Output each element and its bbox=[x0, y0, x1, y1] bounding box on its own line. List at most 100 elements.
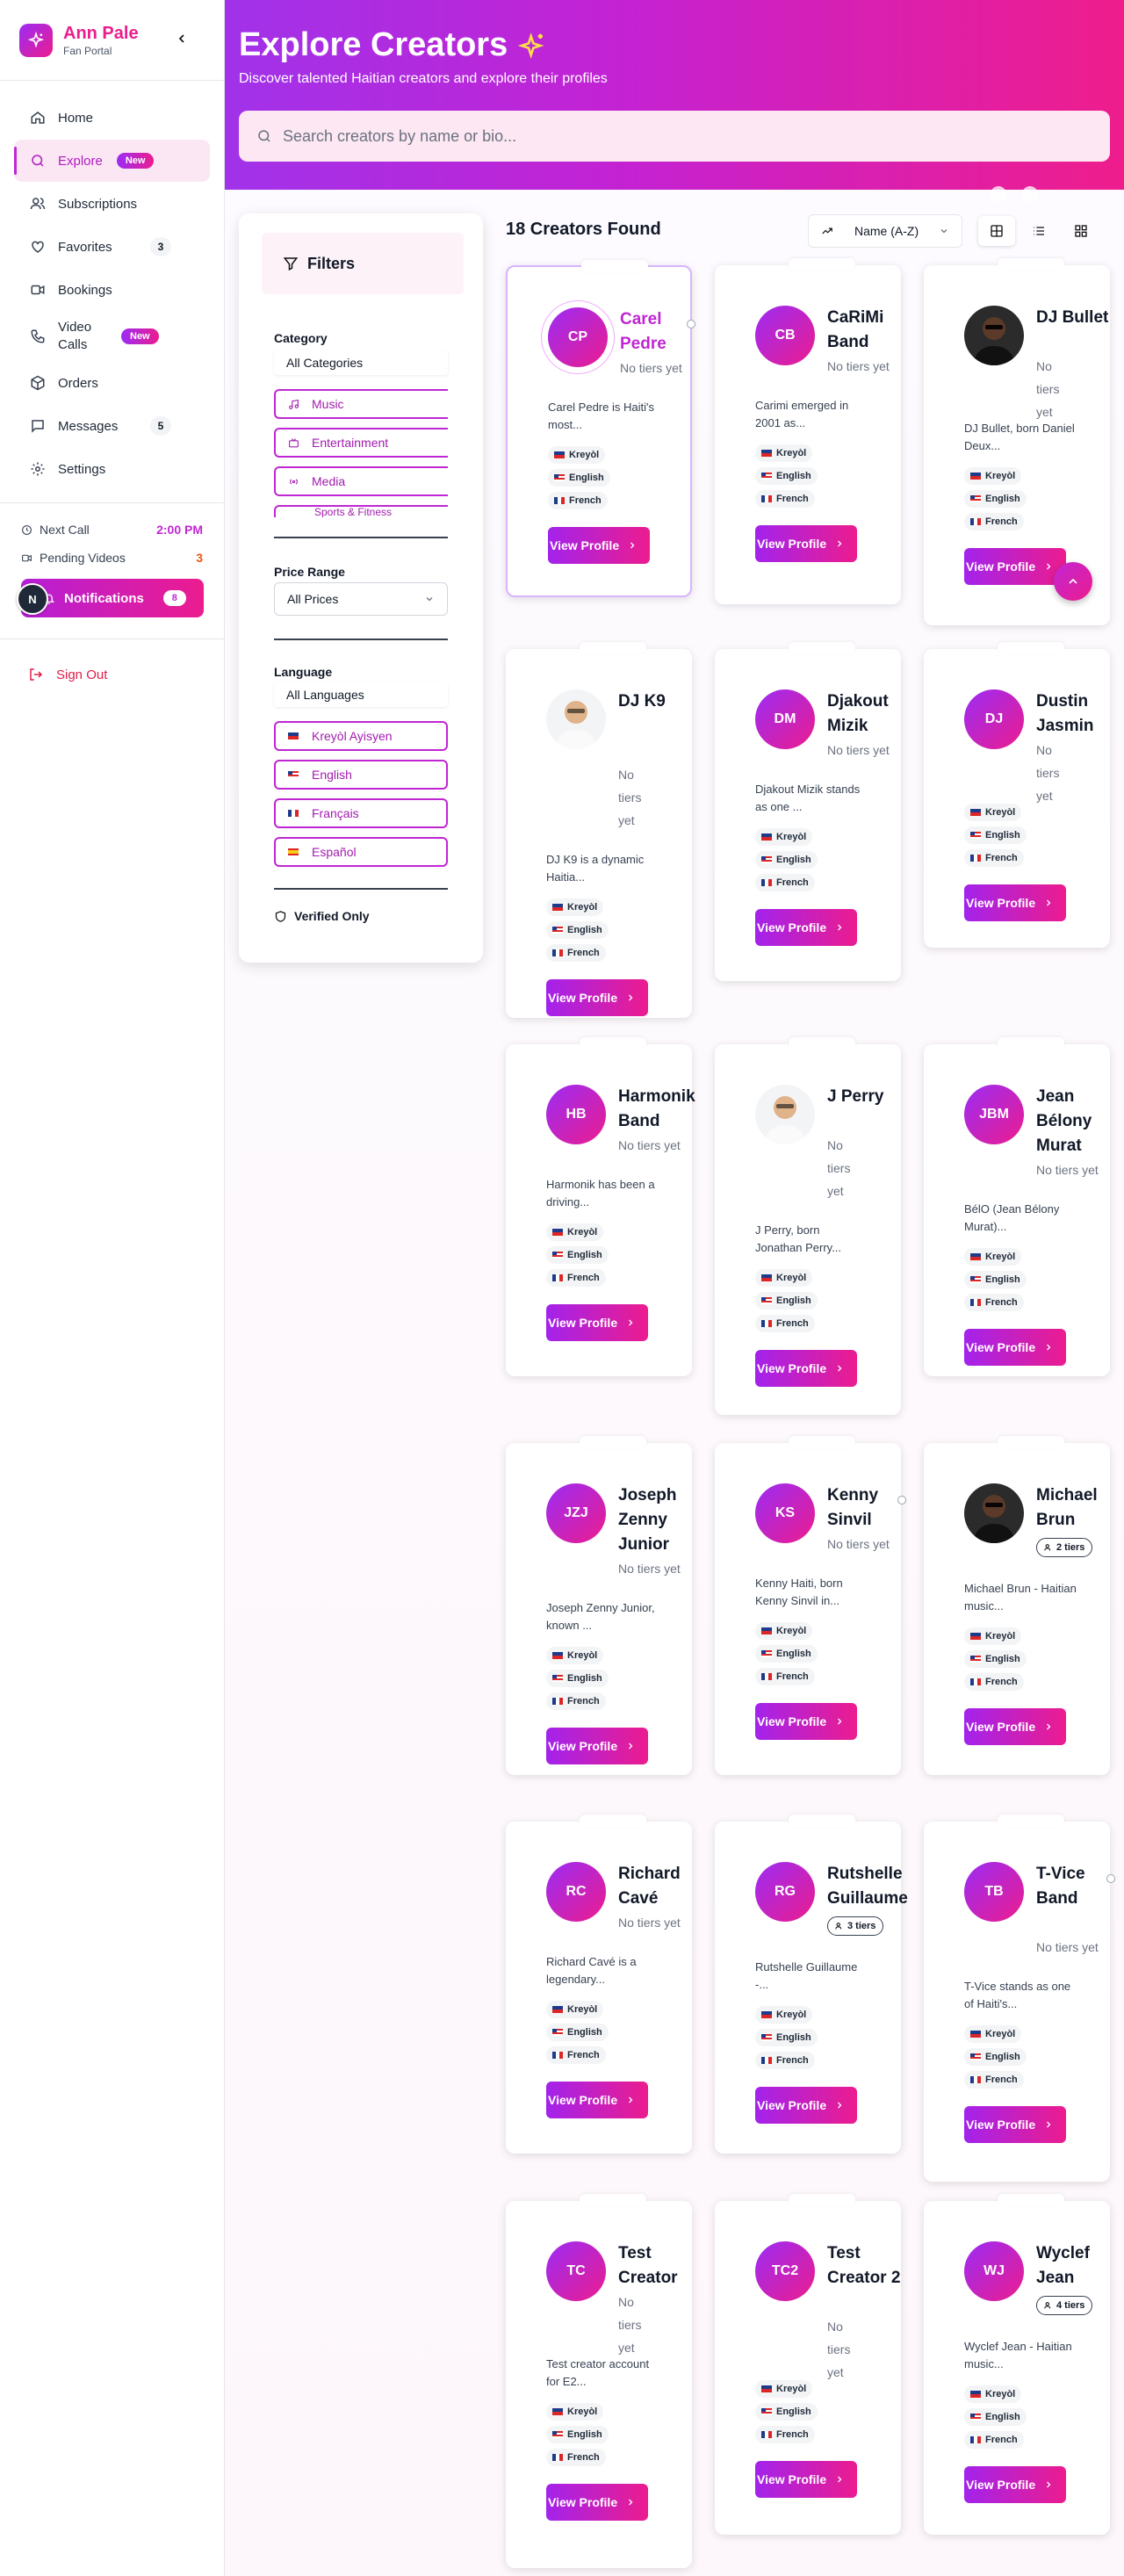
creator-name[interactable]: Jean Bélony Murat bbox=[1036, 1085, 1112, 1158]
nav-messages[interactable]: Messages 5 bbox=[14, 405, 210, 447]
creator-card[interactable]: KS Kenny Sinvil No tiers yet Kenny Haiti… bbox=[715, 1436, 906, 1775]
creator-avatar[interactable] bbox=[755, 1085, 815, 1144]
view-profile-button[interactable]: View Profile bbox=[755, 525, 857, 562]
creator-name[interactable]: Kenny Sinvil bbox=[827, 1483, 903, 1533]
creator-name[interactable]: J Perry bbox=[827, 1085, 903, 1109]
sort-select[interactable]: Name (A-Z) bbox=[808, 214, 962, 248]
language-chip-espanol[interactable]: Español bbox=[274, 837, 448, 867]
grid-view-button[interactable] bbox=[978, 216, 1015, 246]
creator-avatar[interactable]: JBM bbox=[964, 1085, 1024, 1144]
view-profile-button[interactable]: View Profile bbox=[964, 548, 1066, 585]
creator-avatar[interactable]: KS bbox=[755, 1483, 815, 1543]
creator-avatar[interactable]: TC2 bbox=[755, 2241, 815, 2301]
view-profile-button[interactable]: View Profile bbox=[755, 1350, 857, 1387]
category-chip-entertainment[interactable]: Entertainment bbox=[274, 428, 448, 458]
creator-card[interactable]: J Perry No tiers yet J Perry, born Jonat… bbox=[715, 1037, 903, 1415]
creator-avatar[interactable]: TB bbox=[964, 1862, 1024, 1922]
nav-settings[interactable]: Settings bbox=[14, 448, 210, 490]
verified-only-toggle[interactable]: Verified Only bbox=[274, 909, 370, 923]
creator-name[interactable]: Test Creator 2 bbox=[827, 2241, 903, 2291]
view-profile-button[interactable]: View Profile bbox=[546, 1728, 648, 1764]
creator-avatar[interactable]: DJ bbox=[964, 689, 1024, 749]
creator-card[interactable]: CB CaRiMi Band No tiers yet Carimi emerg… bbox=[715, 258, 901, 604]
creator-avatar[interactable]: CB bbox=[755, 306, 815, 365]
creator-name[interactable]: Carel Pedre bbox=[620, 307, 695, 357]
search-input[interactable] bbox=[283, 126, 1073, 146]
creator-name[interactable]: Richard Cavé bbox=[618, 1862, 694, 1911]
creator-name[interactable]: DJ K9 bbox=[618, 689, 694, 714]
view-profile-button[interactable]: View Profile bbox=[548, 527, 650, 564]
view-profile-button[interactable]: View Profile bbox=[755, 1703, 857, 1740]
nav-explore[interactable]: Explore New bbox=[14, 140, 210, 182]
creator-card[interactable]: DJ Dustin Jasmin No tiers yet Kreyòl Engl… bbox=[924, 642, 1112, 948]
view-profile-button[interactable]: View Profile bbox=[546, 2082, 648, 2118]
creator-name[interactable]: Harmonik Band bbox=[618, 1085, 695, 1134]
nav-orders[interactable]: Orders bbox=[14, 362, 210, 404]
language-chip-kreyol[interactable]: Kreyòl Ayisyen bbox=[274, 721, 448, 751]
creator-card[interactable]: JBM Jean Bélony Murat No tiers yet BélO … bbox=[924, 1037, 1112, 1376]
creator-card[interactable]: RG Rutshelle Guillaume 3 tiers Rutshelle… bbox=[715, 1815, 908, 2154]
creator-card[interactable]: HB Harmonik Band No tiers yet Harmonik h… bbox=[506, 1037, 695, 1376]
creator-card[interactable]: DJ K9 No tiers yet DJ K9 is a dynamic Ha… bbox=[506, 642, 694, 1018]
category-chip-media[interactable]: Media bbox=[274, 466, 448, 496]
scroll-to-top-button[interactable] bbox=[1054, 562, 1092, 601]
creator-card[interactable]: TC Test Creator No tiers yet Test creato… bbox=[506, 2194, 694, 2568]
creator-name[interactable]: Michael Brun bbox=[1036, 1483, 1112, 1533]
creator-card[interactable]: CP Carel Pedre No tiers yet Carel Pedre … bbox=[506, 260, 695, 597]
creator-avatar[interactable]: WJ bbox=[964, 2241, 1024, 2301]
creator-card[interactable]: TC2 Test Creator 2 No tiers yet Kreyòl En… bbox=[715, 2194, 903, 2535]
creator-card[interactable]: RC Richard Cavé No tiers yet Richard Cav… bbox=[506, 1815, 694, 2154]
creator-name[interactable]: Joseph Zenny Junior bbox=[618, 1483, 694, 1557]
language-select[interactable]: All Languages bbox=[274, 682, 448, 707]
price-select[interactable]: All Prices bbox=[274, 582, 448, 616]
language-chip-english[interactable]: English bbox=[274, 760, 448, 790]
creator-card[interactable]: TB T-Vice Band No tiers yet T-Vice stand… bbox=[924, 1815, 1115, 2182]
list-view-button[interactable] bbox=[1020, 216, 1057, 246]
nav-favorites[interactable]: Favorites 3 bbox=[14, 226, 210, 268]
view-profile-button[interactable]: View Profile bbox=[546, 2484, 648, 2521]
nav-video-calls[interactable]: Video Calls New bbox=[14, 312, 210, 361]
creator-avatar[interactable]: DM bbox=[755, 689, 815, 749]
creator-name[interactable]: Rutshelle Guillaume bbox=[827, 1862, 908, 1911]
view-profile-button[interactable]: View Profile bbox=[755, 2461, 857, 2498]
creator-avatar[interactable]: RC bbox=[546, 1862, 606, 1922]
view-profile-button[interactable]: View Profile bbox=[964, 2106, 1066, 2143]
creator-name[interactable]: Wyclef Jean bbox=[1036, 2241, 1112, 2291]
creator-avatar[interactable] bbox=[964, 306, 1024, 365]
creator-name[interactable]: DJ Bullet bbox=[1036, 306, 1112, 330]
view-profile-button[interactable]: View Profile bbox=[964, 1708, 1066, 1745]
creator-card[interactable]: DM Djakout Mizik No tiers yet Djakout Mi… bbox=[715, 642, 903, 981]
creator-avatar[interactable] bbox=[964, 1483, 1024, 1543]
notifications-button[interactable]: Notifications 8 bbox=[21, 579, 204, 617]
creator-avatar[interactable]: RG bbox=[755, 1862, 815, 1922]
creator-avatar[interactable]: TC bbox=[546, 2241, 606, 2301]
creator-name[interactable]: Djakout Mizik bbox=[827, 689, 903, 739]
user-avatar[interactable]: N bbox=[17, 583, 48, 615]
collapse-sidebar-icon[interactable] bbox=[175, 32, 189, 46]
nav-bookings[interactable]: Bookings bbox=[14, 269, 210, 311]
nav-home[interactable]: Home bbox=[14, 97, 210, 139]
view-profile-button[interactable]: View Profile bbox=[755, 909, 857, 946]
view-profile-button[interactable]: View Profile bbox=[964, 884, 1066, 921]
creator-card[interactable]: Michael Brun 2 tiers Michael Brun - Hait… bbox=[924, 1436, 1112, 1775]
view-profile-button[interactable]: View Profile bbox=[755, 2087, 857, 2124]
category-chip-sports[interactable]: Sports & Fitness bbox=[274, 505, 448, 517]
view-profile-button[interactable]: View Profile bbox=[964, 2466, 1066, 2503]
nav-subscriptions[interactable]: Subscriptions bbox=[14, 183, 210, 225]
creator-card[interactable]: JZJ Joseph Zenny Junior No tiers yet Jos… bbox=[506, 1436, 694, 1775]
creator-name[interactable]: Test Creator bbox=[618, 2241, 694, 2291]
language-chip-francais[interactable]: Français bbox=[274, 798, 448, 828]
compact-view-button[interactable] bbox=[1063, 216, 1099, 246]
sign-out-button[interactable]: Sign Out bbox=[0, 655, 224, 694]
category-select[interactable]: All Categories bbox=[274, 350, 448, 375]
creator-name[interactable]: Dustin Jasmin bbox=[1036, 689, 1112, 739]
view-profile-button[interactable]: View Profile bbox=[546, 1304, 648, 1341]
creator-avatar[interactable]: HB bbox=[546, 1085, 606, 1144]
view-profile-button[interactable]: View Profile bbox=[964, 1329, 1066, 1366]
creator-avatar[interactable]: CP bbox=[548, 307, 608, 367]
creator-avatar[interactable] bbox=[546, 689, 606, 749]
creator-card[interactable]: WJ Wyclef Jean 4 tiers Wyclef Jean - Hai… bbox=[924, 2194, 1112, 2535]
creator-name[interactable]: T-Vice Band bbox=[1036, 1862, 1112, 1911]
view-profile-button[interactable]: View Profile bbox=[546, 979, 648, 1016]
creator-avatar[interactable]: JZJ bbox=[546, 1483, 606, 1543]
